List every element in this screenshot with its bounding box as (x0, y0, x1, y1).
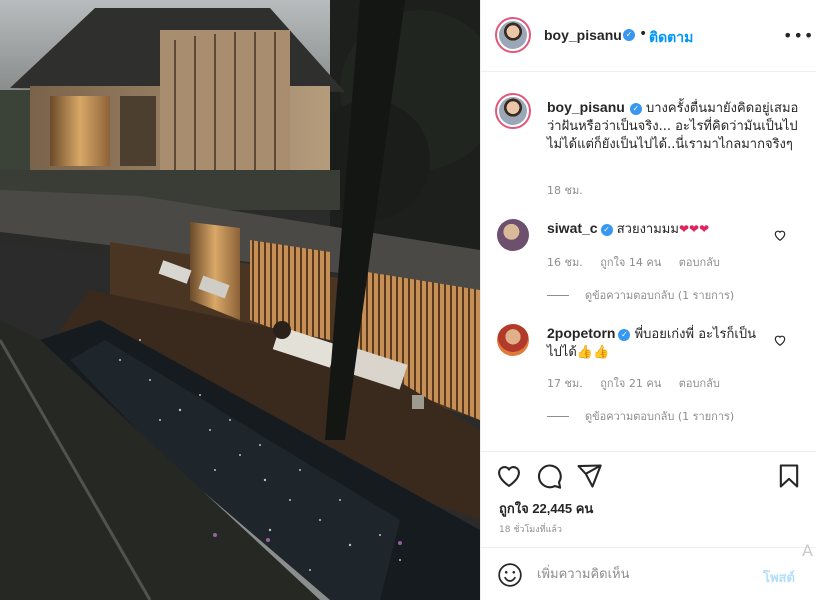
author-avatar[interactable] (495, 17, 531, 53)
author-username[interactable]: boy_pisanu (544, 27, 622, 43)
comment-body: siwat_c ✓ สวยงามมม❤❤❤ (547, 219, 767, 239)
comment-text: สวยงามมม (616, 222, 679, 237)
replies-divider (547, 295, 569, 296)
comment-likes[interactable]: ถูกใจ 21 คน (600, 377, 661, 390)
verified-badge-icon: ✓ (623, 29, 635, 41)
comment-like-heart-icon[interactable] (773, 333, 787, 347)
likes-count[interactable]: ถูกใจ 22,445 คน (499, 498, 593, 519)
caption-time: 18 ชม. (547, 184, 583, 197)
replies-divider (547, 416, 569, 417)
reply-button[interactable]: ตอบกลับ (679, 377, 720, 390)
post-actions: ถูกใจ 22,445 คน 18 ชั่วโมงที่แล้ว (481, 451, 816, 547)
heart-icon[interactable] (495, 462, 523, 490)
emoji-icon[interactable] (497, 562, 523, 588)
post-timestamp[interactable]: 18 ชั่วโมงที่แล้ว (499, 522, 562, 536)
house-pool-photo (0, 0, 480, 600)
caption: boy_pisanu ✓ บางครั้งตื่นมายังคิดอยู่เสมอ… (547, 98, 803, 154)
comment-like-heart-icon[interactable] (773, 228, 787, 242)
comment-username[interactable]: 2popetorn (547, 325, 615, 341)
comment-body: 2popetorn ✓ พี่บอยเก่งพี่ อะไรก็เป็นไปได้… (547, 324, 767, 362)
comments-list[interactable]: boy_pisanu ✓ บางครั้งตื่นมายังคิดอยู่เสมอ… (481, 73, 816, 451)
comment-input[interactable] (537, 562, 737, 586)
comment-meta: 16 ชม. ถูกใจ 14 คน ตอบกลับ (547, 253, 734, 271)
reply-button[interactable]: ตอบกลับ (679, 256, 720, 269)
heart-emoji: ❤❤❤ (678, 222, 710, 236)
bookmark-icon[interactable] (775, 462, 803, 490)
post-photo[interactable] (0, 0, 480, 600)
share-icon[interactable] (575, 462, 603, 490)
comment-icon[interactable] (535, 462, 563, 490)
comment-meta: 17 ชม. ถูกใจ 21 คน ตอบกลับ (547, 374, 734, 392)
separator-dot: • (639, 26, 648, 42)
comment-time: 17 ชม. (547, 377, 583, 390)
more-options-icon[interactable]: ••• (783, 26, 814, 45)
follow-button[interactable]: ติดตาม (649, 27, 693, 49)
post-side-panel: boy_pisanu ✓ • ติดตาม ••• boy_pisanu ✓ บา… (480, 0, 816, 600)
thumbs-up-emoji: 👍👍 (576, 345, 610, 360)
verified-badge-icon: ✓ (600, 224, 613, 236)
view-replies-label[interactable]: ดูข้อความตอบกลับ (1 รายการ) (585, 410, 734, 423)
comment-time: 16 ชม. (547, 256, 583, 269)
comment-likes[interactable]: ถูกใจ 14 คน (600, 256, 661, 269)
post-header: boy_pisanu ✓ • ติดตาม ••• (481, 0, 816, 72)
caption-author-avatar[interactable] (495, 93, 531, 129)
add-comment-bar: โพสต์ (481, 547, 816, 600)
watermark-letter: A (802, 541, 813, 560)
commenter-avatar[interactable] (497, 324, 529, 356)
commenter-avatar[interactable] (497, 219, 529, 251)
view-replies-button[interactable]: ดูข้อความตอบกลับ (1 รายการ) (547, 407, 734, 425)
caption-username[interactable]: boy_pisanu (547, 99, 625, 115)
verified-badge-icon: ✓ (629, 103, 642, 115)
post-comment-button[interactable]: โพสต์ (763, 567, 795, 588)
verified-badge-icon: ✓ (618, 329, 631, 341)
view-replies-label[interactable]: ดูข้อความตอบกลับ (1 รายการ) (585, 289, 734, 302)
view-replies-button[interactable]: ดูข้อความตอบกลับ (1 รายการ) (547, 286, 734, 304)
comment-username[interactable]: siwat_c (547, 220, 598, 236)
